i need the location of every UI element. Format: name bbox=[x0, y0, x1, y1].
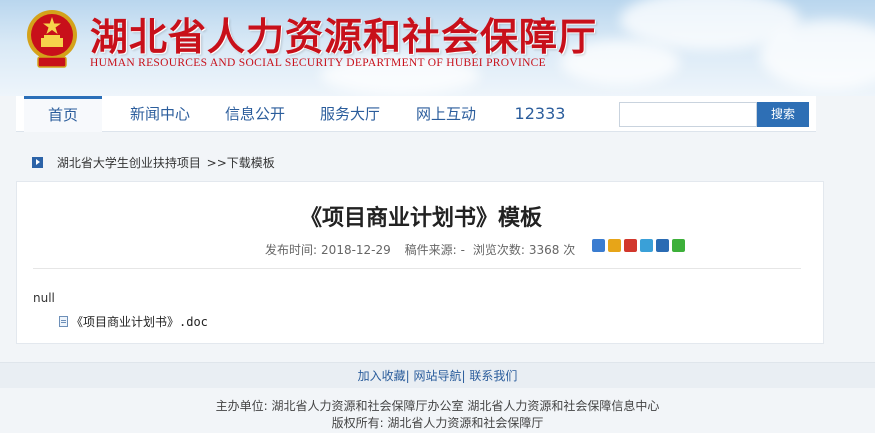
breadcrumb: 湖北省大学生创业扶持项目 >>下载模板 bbox=[32, 154, 275, 172]
footer-info: 主办单位: 湖北省人力资源和社会保障厅办公室 湖北省人力资源和社会保障信息中心 … bbox=[0, 398, 875, 432]
site-subtitle: HUMAN RESOURCES AND SOCIAL SECURITY DEPA… bbox=[90, 57, 546, 69]
site-title: 湖北省人力资源和社会保障厅 bbox=[90, 14, 598, 59]
publish-label: 发布时间: bbox=[265, 243, 318, 257]
footer-host: 主办单位: 湖北省人力资源和社会保障厅办公室 湖北省人力资源和社会保障信息中心 bbox=[215, 399, 660, 413]
breadcrumb-item-download[interactable]: >>下载模板 bbox=[207, 156, 275, 170]
publish-date: 2018-12-29 bbox=[321, 243, 391, 257]
views-value: 3368 次 bbox=[528, 243, 576, 257]
document-icon bbox=[59, 316, 68, 327]
views-label: 浏览次数: bbox=[472, 243, 525, 257]
nav-item-home[interactable]: 首页 bbox=[24, 96, 102, 132]
header-banner: 湖北省人力资源和社会保障厅 HUMAN RESOURCES AND SOCIAL… bbox=[0, 0, 875, 96]
source-value: - bbox=[460, 243, 466, 257]
main-nav: 首页 新闻中心 信息公开 服务大厅 网上互动 12333 搜索 bbox=[16, 96, 816, 132]
national-emblem-icon bbox=[27, 10, 77, 68]
share-wechat-icon[interactable] bbox=[672, 239, 685, 252]
source-label: 稿件来源: bbox=[404, 243, 457, 257]
nav-item-news[interactable]: 新闻中心 bbox=[120, 96, 200, 132]
breadcrumb-arrow-icon bbox=[32, 157, 43, 168]
nav-item-services[interactable]: 服务大厅 bbox=[310, 96, 390, 132]
footer-copyright: 版权所有: 湖北省人力资源和社会保障厅 bbox=[331, 416, 544, 430]
divider bbox=[33, 268, 801, 269]
search-button[interactable]: 搜索 bbox=[757, 102, 809, 127]
footer-links: 加入收藏| 网站导航| 联系我们 bbox=[0, 362, 875, 388]
nav-item-12333[interactable]: 12333 bbox=[505, 96, 575, 132]
attachment-filename[interactable]: 《项目商业计划书》.doc bbox=[71, 315, 208, 329]
share-plus-icon[interactable] bbox=[592, 239, 605, 252]
footer-link-favorite[interactable]: 加入收藏 bbox=[358, 369, 406, 383]
article-body: null bbox=[33, 291, 55, 305]
nav-item-info[interactable]: 信息公开 bbox=[215, 96, 295, 132]
share-bar bbox=[592, 239, 688, 253]
share-weibo-icon[interactable] bbox=[624, 239, 637, 252]
breadcrumb-item-project[interactable]: 湖北省大学生创业扶持项目 bbox=[57, 156, 201, 170]
share-tqq-icon[interactable] bbox=[640, 239, 653, 252]
share-renren-icon[interactable] bbox=[656, 239, 669, 252]
article-title: 《项目商业计划书》模板 bbox=[299, 206, 542, 231]
nav-item-interact[interactable]: 网上互动 bbox=[406, 96, 486, 132]
search-input[interactable] bbox=[619, 102, 757, 127]
footer-link-sitemap[interactable]: 网站导航 bbox=[413, 369, 461, 383]
share-qzone-icon[interactable] bbox=[608, 239, 621, 252]
attachment-link[interactable]: 《项目商业计划书》.doc bbox=[59, 313, 208, 330]
footer-link-contact[interactable]: 联系我们 bbox=[469, 369, 517, 383]
article-meta: 发布时间: 2018-12-29 稿件来源: - 浏览次数: 3368 次 bbox=[265, 241, 579, 258]
article-card: 《项目商业计划书》模板 发布时间: 2018-12-29 稿件来源: - 浏览次数:… bbox=[16, 181, 824, 344]
